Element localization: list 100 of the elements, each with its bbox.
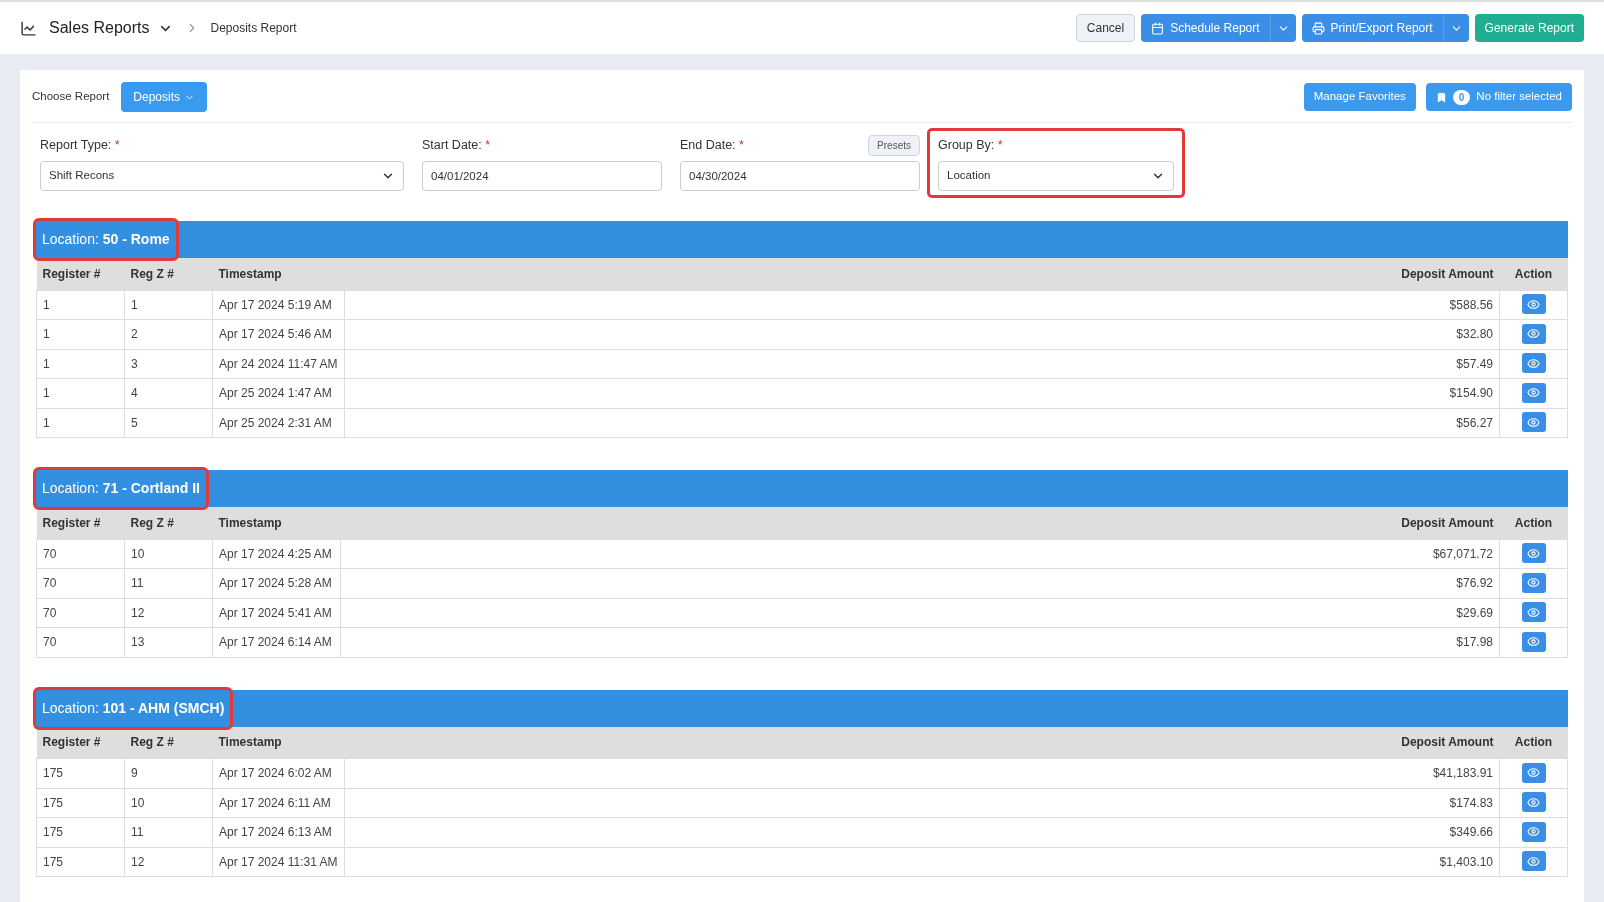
table-cell: 70 — [36, 539, 125, 569]
table-cell: 12 — [124, 847, 213, 877]
presets-button[interactable]: Presets — [868, 134, 920, 156]
table-cell: 11 — [124, 568, 213, 598]
view-button[interactable] — [1521, 631, 1546, 652]
view-button[interactable] — [1521, 412, 1546, 432]
view-button[interactable] — [1521, 543, 1546, 563]
table-cell: $1,403.10 — [1359, 847, 1500, 877]
table-cell: $588.56 — [1359, 290, 1500, 320]
field-label: Report Type: * — [40, 136, 120, 154]
location-title: Location: 50 - Rome — [36, 221, 176, 258]
column-header: Deposit Amount — [1359, 258, 1500, 290]
eye-icon — [1527, 766, 1540, 779]
table-cell: Apr 17 2024 6:11 AM — [212, 788, 345, 818]
view-button[interactable] — [1521, 821, 1546, 842]
column-header: Action — [1499, 507, 1568, 539]
table-cell: $32.80 — [1359, 319, 1500, 349]
table-cell: 1 — [36, 319, 125, 349]
field-label: Group By: * — [938, 136, 1003, 154]
table-cell: $67,071.72 — [1359, 539, 1500, 569]
eye-icon — [1527, 795, 1540, 809]
table-cell: 175 — [36, 817, 125, 847]
table-cell: Apr 17 2024 6:13 AM — [212, 817, 345, 847]
view-button[interactable] — [1521, 572, 1546, 593]
column-header: Register # — [36, 507, 125, 539]
eye-icon — [1527, 635, 1540, 648]
table-cell: Apr 17 2024 6:02 AM — [212, 758, 345, 788]
view-button[interactable] — [1521, 851, 1546, 871]
location-title: Location: 71 - Cortland II — [36, 470, 206, 507]
table-cell: 1 — [36, 408, 125, 438]
date-field[interactable]: 04/01/2024 — [422, 161, 662, 191]
field-label: Start Date: * — [422, 136, 491, 154]
table-cell: Apr 17 2024 5:19 AM — [212, 290, 345, 320]
table-cell: 13 — [124, 627, 213, 657]
table-cell: 1 — [124, 290, 213, 320]
table-cell: 12 — [124, 598, 213, 628]
eye-icon — [1527, 854, 1540, 868]
view-button[interactable] — [1521, 323, 1546, 344]
table-cell: 175 — [36, 758, 125, 788]
table-cell: 5 — [124, 408, 213, 438]
table-cell: Apr 17 2024 4:25 AM — [212, 539, 341, 569]
table-cell: $174.83 — [1359, 788, 1500, 818]
breadcrumb: Deposits Report — [210, 20, 297, 37]
table-cell: Apr 17 2024 6:14 AM — [212, 627, 341, 657]
date-field[interactable]: 04/30/2024 — [680, 161, 920, 191]
field-label: End Date: * — [680, 136, 744, 154]
table-cell: $29.69 — [1359, 598, 1500, 628]
view-button[interactable] — [1521, 602, 1546, 622]
printer-icon — [1311, 21, 1325, 35]
table-cell: 175 — [36, 847, 125, 877]
table-cell: 10 — [124, 539, 213, 569]
view-button[interactable] — [1521, 382, 1546, 403]
table-cell: Apr 25 2024 2:31 AM — [212, 408, 345, 438]
table-cell: $154.90 — [1359, 378, 1500, 408]
column-header: Register # — [36, 258, 125, 290]
table-cell: 10 — [124, 788, 213, 818]
table-cell: Apr 17 2024 11:31 AM — [212, 847, 345, 877]
view-button[interactable] — [1521, 792, 1546, 812]
table-cell: Apr 17 2024 5:41 AM — [212, 598, 341, 628]
select-field[interactable]: Location — [938, 161, 1174, 191]
filter-count: 0 — [1452, 89, 1471, 105]
view-button[interactable] — [1521, 353, 1546, 373]
table-cell: $56.27 — [1359, 408, 1500, 438]
view-button[interactable] — [1521, 294, 1546, 314]
column-header: Timestamp — [212, 726, 345, 759]
page-title: Sales Reports — [49, 18, 150, 38]
column-header: Reg Z # — [124, 258, 213, 290]
eye-icon — [1527, 546, 1540, 560]
table-cell: 11 — [124, 817, 213, 847]
table-cell: Apr 25 2024 1:47 AM — [212, 378, 345, 408]
table-cell: 70 — [36, 568, 125, 598]
location-title: Location: 101 - AHM (SMCH) — [36, 689, 231, 727]
table-cell: Apr 24 2024 11:47 AM — [212, 349, 345, 379]
table-cell: 1 — [36, 290, 125, 320]
column-header: Action — [1499, 726, 1568, 759]
chart-icon — [20, 19, 37, 37]
cancel-button[interactable]: Cancel — [1075, 14, 1136, 42]
select-field[interactable]: Shift Recons — [40, 161, 404, 191]
table-cell: 9 — [124, 758, 213, 788]
table-cell: 70 — [36, 627, 125, 657]
eye-icon — [1527, 327, 1540, 340]
column-header: Reg Z # — [124, 726, 213, 759]
table-cell: Apr 17 2024 5:46 AM — [212, 319, 345, 349]
table-cell: $41,183.91 — [1359, 758, 1500, 788]
bookmark-icon — [1435, 91, 1447, 103]
column-header: Deposit Amount — [1359, 507, 1500, 539]
table-cell: 70 — [36, 598, 125, 628]
eye-icon — [1527, 605, 1540, 619]
table-cell: 2 — [124, 319, 213, 349]
eye-icon — [1527, 356, 1540, 370]
eye-icon — [1527, 386, 1540, 399]
view-button[interactable] — [1521, 762, 1546, 783]
column-header: Timestamp — [212, 507, 341, 539]
column-header: Reg Z # — [124, 507, 213, 539]
table-cell: 1 — [36, 349, 125, 379]
table-cell: $349.66 — [1359, 817, 1500, 847]
eye-icon — [1527, 297, 1540, 311]
table-cell: 4 — [124, 378, 213, 408]
table-cell: $17.98 — [1359, 627, 1500, 657]
choose-report-label: Choose Report — [32, 89, 110, 105]
